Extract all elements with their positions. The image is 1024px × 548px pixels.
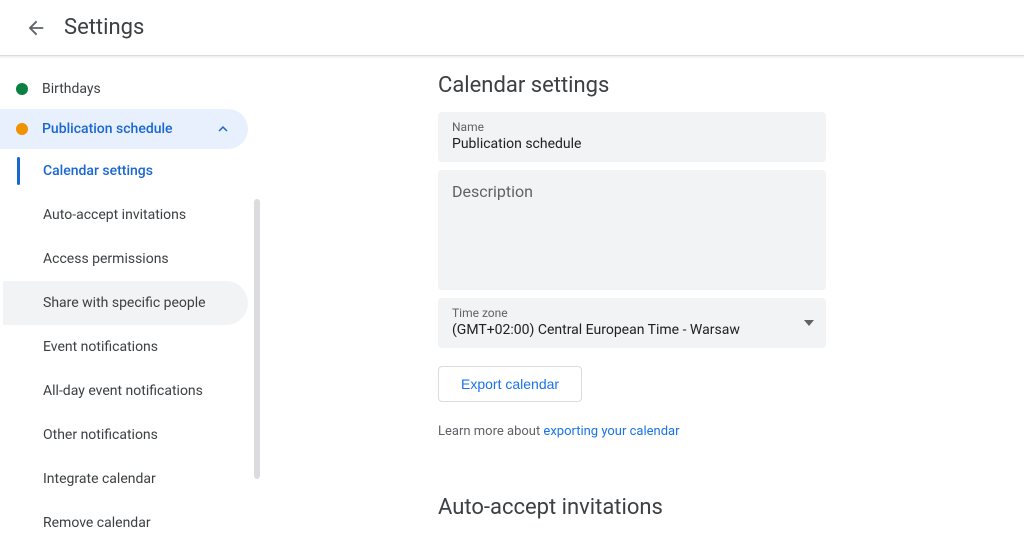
- timezone-select[interactable]: Time zone (GMT+02:00) Central European T…: [438, 298, 826, 348]
- sidebar-sub-share-specific[interactable]: Share with specific people: [3, 281, 248, 325]
- sidebar-sub-integrate-calendar[interactable]: Integrate calendar: [3, 457, 248, 501]
- app-header: Settings: [0, 0, 1024, 56]
- sidebar-sub-label: Integrate calendar: [43, 471, 156, 487]
- content-layout: Birthdays Publication schedule Calendar …: [0, 59, 1024, 548]
- section-heading-calendar-settings: Calendar settings: [436, 73, 1024, 98]
- arrow-left-icon: [25, 17, 47, 39]
- sidebar-sub-label: Auto-accept invitations: [43, 207, 186, 223]
- calendar-color-dot: [16, 83, 28, 95]
- learn-more-text: Learn more about exporting your calendar: [438, 424, 876, 439]
- description-field[interactable]: Description: [438, 170, 826, 290]
- name-field[interactable]: Name Publication schedule: [438, 112, 826, 162]
- sidebar-sub-label: Calendar settings: [43, 163, 153, 179]
- calendar-color-dot: [16, 123, 28, 135]
- sidebar-sub-event-notifications[interactable]: Event notifications: [3, 325, 248, 369]
- learn-more-prefix: Learn more about: [438, 424, 543, 439]
- description-field-label: Description: [452, 178, 812, 201]
- sidebar-item-label: Publication schedule: [42, 121, 173, 137]
- settings-sidebar: Birthdays Publication schedule Calendar …: [0, 59, 264, 548]
- sidebar-sub-remove-calendar[interactable]: Remove calendar: [3, 501, 248, 545]
- sidebar-item-publication-schedule[interactable]: Publication schedule: [0, 109, 248, 149]
- sidebar-sub-label: Remove calendar: [43, 515, 151, 531]
- sidebar-sub-auto-accept[interactable]: Auto-accept invitations: [3, 193, 248, 237]
- sidebar-sub-label: Event notifications: [43, 339, 158, 355]
- sidebar-sub-other-notifications[interactable]: Other notifications: [3, 413, 248, 457]
- sidebar-sub-label: Access permissions: [43, 251, 169, 267]
- sidebar-sub-allday-notifications[interactable]: All-day event notifications: [3, 369, 248, 413]
- scrollbar-indicator[interactable]: [254, 199, 260, 479]
- timezone-label: Time zone: [452, 306, 790, 320]
- sidebar-item-birthdays[interactable]: Birthdays: [0, 69, 248, 109]
- sidebar-item-label: Birthdays: [42, 81, 101, 97]
- export-button-label: Export calendar: [461, 376, 559, 392]
- name-field-value: Publication schedule: [452, 136, 812, 152]
- export-calendar-button[interactable]: Export calendar: [438, 366, 582, 402]
- timezone-value: (GMT+02:00) Central European Time - Wars…: [452, 322, 790, 338]
- section-heading-auto-accept: Auto-accept invitations: [436, 495, 1024, 520]
- caret-down-icon: [804, 320, 814, 326]
- chevron-up-icon: [214, 120, 232, 138]
- sidebar-sub-calendar-settings[interactable]: Calendar settings: [3, 149, 248, 193]
- main-panel: Calendar settings Name Publication sched…: [264, 59, 1024, 548]
- sidebar-sub-label: Share with specific people: [43, 295, 206, 311]
- back-button[interactable]: [16, 8, 56, 48]
- name-field-label: Name: [452, 120, 812, 134]
- sidebar-sub-label: Other notifications: [43, 427, 158, 443]
- sidebar-subitems: Calendar settings Auto-accept invitation…: [0, 149, 264, 545]
- exporting-calendar-link[interactable]: exporting your calendar: [543, 424, 679, 439]
- page-title: Settings: [64, 15, 144, 40]
- sidebar-sub-label: All-day event notifications: [43, 383, 203, 399]
- sidebar-sub-access-permissions[interactable]: Access permissions: [3, 237, 248, 281]
